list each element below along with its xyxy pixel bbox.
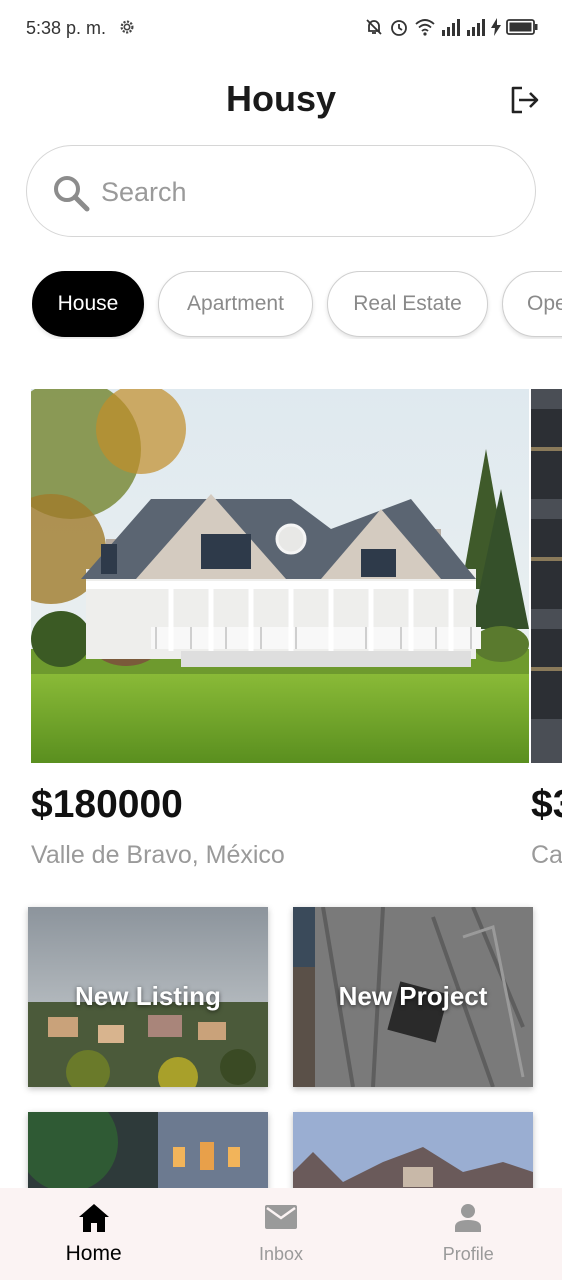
home-icon — [78, 1204, 109, 1232]
nav-label: Home — [65, 1242, 122, 1265]
wifi-icon — [415, 19, 435, 36]
chip-label: Real Estate — [353, 292, 462, 315]
property-location: Cancún, México — [531, 841, 562, 869]
chip-real-estate[interactable]: Real Estate — [327, 271, 488, 337]
tile-label: New Listing — [75, 981, 221, 1011]
chip-house[interactable]: House — [32, 271, 144, 337]
app-title: Housy — [225, 78, 337, 119]
property-price: $320000 — [531, 783, 562, 826]
search-input[interactable] — [101, 168, 501, 216]
settings-gear-icon — [120, 20, 134, 34]
building-photo — [531, 389, 562, 763]
search-bar[interactable] — [26, 145, 536, 237]
property-price: $180000 — [31, 783, 183, 826]
mail-icon — [264, 1205, 297, 1229]
chip-open-house[interactable]: Open House — [502, 271, 562, 337]
bottom-navigation: Home Inbox Profile — [0, 1188, 562, 1280]
nav-profile[interactable]: Profile — [375, 1188, 562, 1280]
person-icon — [455, 1204, 482, 1232]
house-photo — [31, 389, 529, 763]
chip-label: Open House — [527, 292, 562, 315]
logout-icon[interactable] — [506, 82, 542, 118]
property-card[interactable]: $320000 Cancún, México — [531, 389, 562, 870]
signal-2-icon — [467, 19, 485, 36]
property-card[interactable]: $180000 Valle de Bravo, México — [31, 389, 529, 870]
battery-icon — [506, 19, 538, 35]
signal-icon — [442, 19, 460, 36]
alarm-icon — [391, 20, 407, 36]
status-time: 5:38 p. m. — [26, 18, 107, 38]
tile-label: New Project — [338, 981, 488, 1011]
category-chips: House Apartment Real Estate Open House — [32, 271, 562, 339]
mute-bell-icon — [366, 19, 382, 35]
property-location: Valle de Bravo, México — [31, 841, 285, 869]
app-header: Housy — [0, 70, 562, 130]
status-icons — [364, 17, 538, 37]
nav-label: Inbox — [258, 1244, 304, 1264]
nav-inbox[interactable]: Inbox — [187, 1188, 374, 1280]
chip-apartment[interactable]: Apartment — [158, 271, 313, 337]
charging-bolt-icon — [491, 18, 501, 36]
new-project-tile[interactable]: New Project — [293, 907, 533, 1087]
nav-home[interactable]: Home — [0, 1188, 187, 1280]
home-screen: 5:38 p. m. Housy Search House Apartment … — [0, 0, 562, 1280]
status-bar: 5:38 p. m. — [0, 0, 562, 56]
new-listing-tile[interactable]: New Listing — [28, 907, 268, 1087]
chip-label: House — [57, 292, 119, 315]
chip-label: Apartment — [187, 292, 284, 315]
property-carousel[interactable]: $180000 Valle de Bravo, México $320000 C… — [31, 389, 562, 889]
nav-label: Profile — [442, 1244, 494, 1264]
search-icon — [54, 176, 90, 212]
